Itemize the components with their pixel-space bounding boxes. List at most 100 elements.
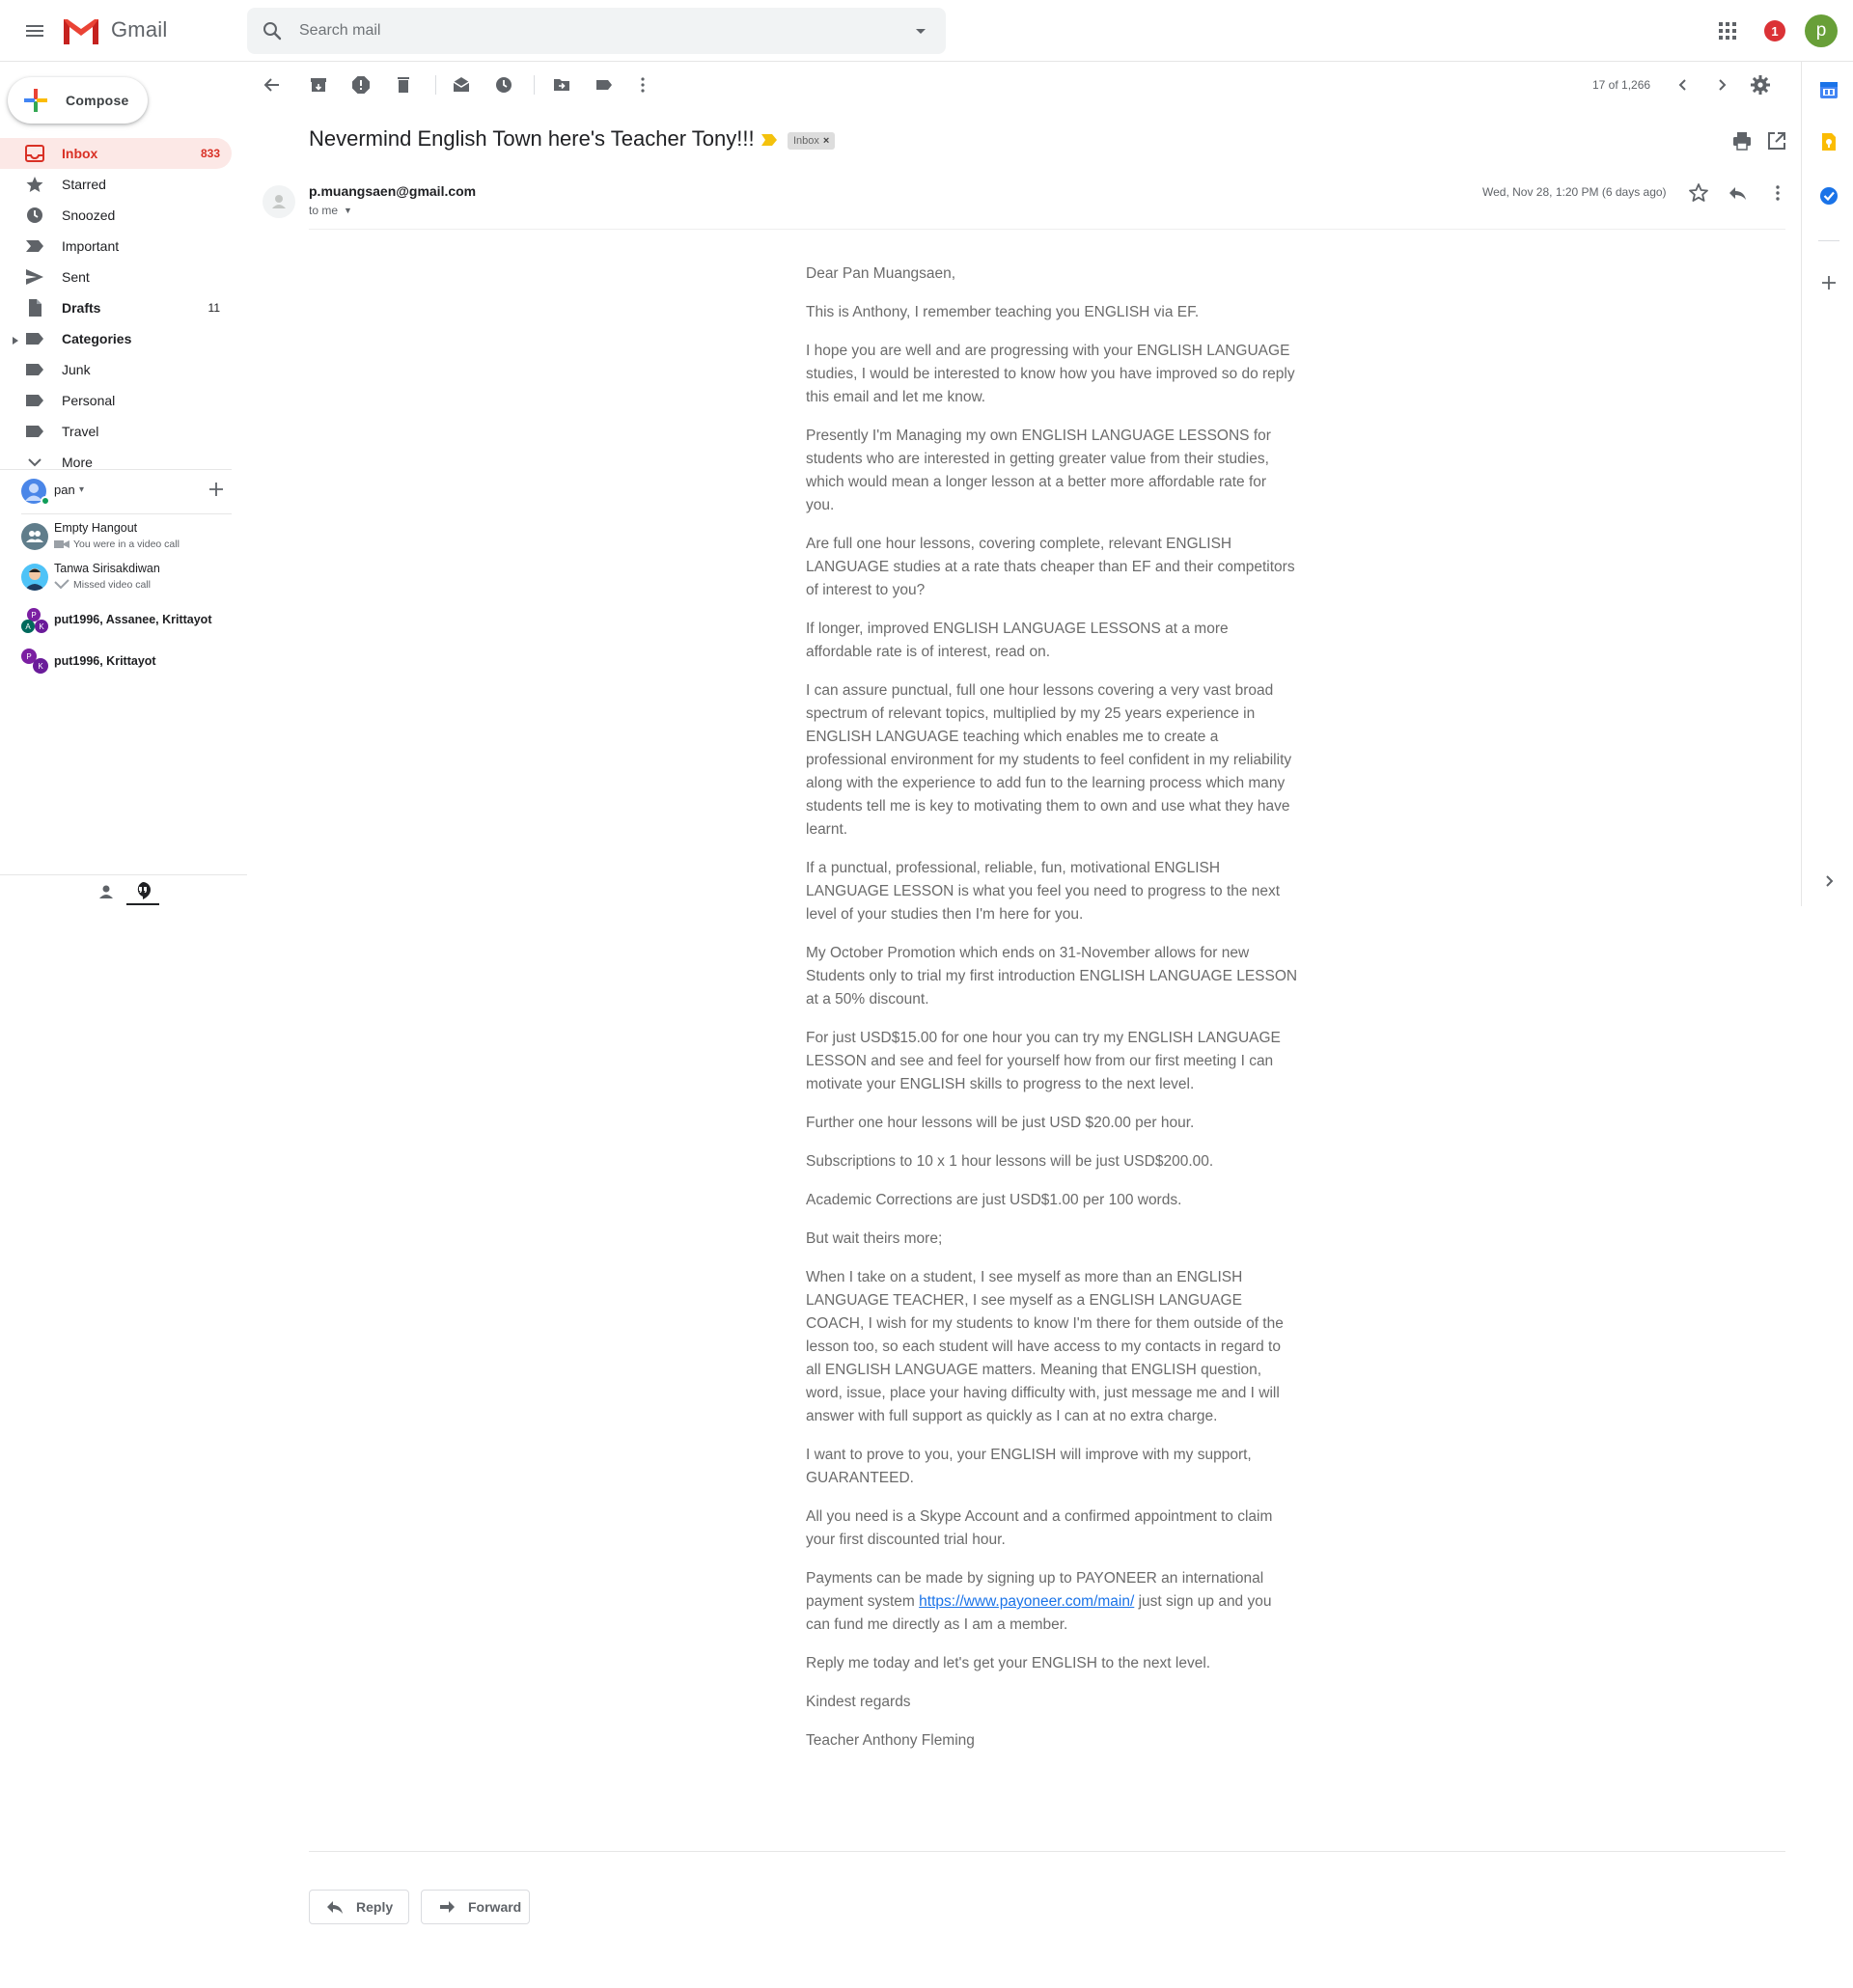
important-marker-icon[interactable] [761,133,778,147]
snooze-button[interactable] [492,73,515,97]
sidebar-item-travel[interactable]: Travel [0,416,232,447]
more-actions-button[interactable] [631,73,654,97]
notifications-badge[interactable]: 1 [1764,20,1785,41]
hangout-contact[interactable]: Empty Hangout You were in a video call [0,519,232,554]
sidebar-item-sent[interactable]: Sent [0,262,232,292]
mark-unread-button[interactable] [450,73,473,97]
sidebar-item-label: Drafts [62,300,101,316]
message-more-button[interactable] [1766,181,1789,205]
hangouts-tab[interactable] [126,878,159,905]
gmail-logo-icon[interactable] [62,15,100,46]
show-side-panel-chevron-icon[interactable] [1818,870,1839,892]
remove-label-icon[interactable]: × [823,135,829,147]
sidebar-item-important[interactable]: Important [0,231,232,262]
draft-icon [29,299,41,317]
unread-count: 833 [200,147,220,160]
sidebar-item-label: Sent [62,269,90,285]
online-status-dot [41,496,50,506]
sender-avatar [263,185,295,218]
show-details-dropdown-icon[interactable]: ▼ [344,206,352,215]
body-paragraph: This is Anthony, I remember teaching you… [806,304,1200,320]
open-in-new-icon [1768,132,1785,150]
search-icon[interactable] [261,19,284,42]
print-all-button[interactable] [1731,130,1753,152]
contacts-tab-person-icon[interactable] [97,882,116,901]
labels-button[interactable] [593,73,616,97]
get-addons-plus-icon[interactable] [1818,272,1839,293]
sender-email[interactable]: p.muangsaen@gmail.com [309,183,476,199]
forward-button[interactable]: Forward [421,1890,530,1924]
sidebar-item-label: Personal [62,393,116,408]
divider [0,469,232,470]
move-to-button[interactable] [550,73,573,97]
closing-paragraph: Reply me today and let's get your ENGLIS… [806,1655,1211,1671]
sidebar-item-starred[interactable]: Starred [0,169,232,200]
body-paragraph: All you need is a Skype Account and a co… [806,1508,1273,1548]
sidebar-item-junk[interactable]: Junk [0,354,232,385]
body-paragraph: For just USD$15.00 for one hour you can … [806,1030,1281,1092]
label-icon [596,80,612,90]
chevron-left-icon [1678,79,1686,91]
star-button[interactable] [1687,181,1710,205]
hangout-contact[interactable]: P K put1996, Krittayot [0,647,232,677]
email-body: Dear Pan Muangsaen, This is Anthony, I r… [806,262,1298,1768]
report-spam-button[interactable] [349,73,373,97]
more-vert-icon [1776,185,1780,201]
arrow-back-icon [263,78,279,92]
delete-button[interactable] [392,73,415,97]
forward-icon [440,1901,455,1913]
label-icon [26,395,43,406]
status-dropdown-icon[interactable]: ▾ [79,484,84,495]
sidebar-item-snoozed[interactable]: Snoozed [0,200,232,231]
hangout-contact[interactable]: P A K put1996, Assanee, Krittayot [0,606,232,637]
signature: Teacher Anthony Fleming [806,1732,975,1749]
search-options-dropdown-icon[interactable] [909,19,932,42]
recipient-text: to me [309,204,339,217]
star-icon [26,177,43,192]
hangouts-quote-icon [137,882,151,899]
newer-button[interactable] [1672,73,1695,97]
folder-move-icon [554,79,569,91]
toolbar-separator [534,75,535,95]
search-input[interactable] [297,17,876,44]
back-button[interactable] [261,73,284,97]
body-paragraph: Subscriptions to 10 x 1 hour lessons wil… [806,1153,1214,1170]
sidebar-item-drafts[interactable]: Drafts 11 [0,292,232,323]
search-bar [247,8,946,54]
missed-call-icon [54,579,69,590]
reply-button[interactable]: Reply [309,1890,409,1924]
side-panel-border [1801,62,1802,906]
clock-icon [496,77,512,93]
sidebar-item-inbox[interactable]: Inbox 833 [0,138,232,169]
tasks-app-icon[interactable] [1818,185,1839,207]
sidebar-item-personal[interactable]: Personal [0,385,232,416]
open-new-window-button[interactable] [1766,130,1787,152]
star-outline-icon [1689,183,1708,202]
compose-button[interactable]: Compose [8,77,148,124]
hangout-contact[interactable]: Tanwa Sirisakdiwan Missed video call [0,560,232,594]
sidebar-item-categories[interactable]: Categories [0,323,232,354]
inbox-label-chip[interactable]: Inbox × [788,132,836,150]
forward-label: Forward [468,1899,522,1915]
main-menu-button[interactable] [19,15,50,46]
body-paragraph: Further one hour lessons will be just US… [806,1115,1195,1131]
reply-icon [327,1901,343,1914]
older-button[interactable] [1710,73,1733,97]
top-bar: Gmail 1 p [0,0,1853,62]
archive-button[interactable] [307,73,330,97]
settings-button[interactable] [1749,73,1772,97]
add-conversation-icon[interactable] [207,480,226,499]
mark-unread-icon [453,77,470,92]
hangouts-user-name[interactable]: pan [54,483,75,497]
label-chip-text: Inbox [793,135,819,147]
message-date: Wed, Nov 28, 1:20 PM (6 days ago) [1482,185,1667,199]
more-vert-icon [641,77,645,93]
reply-icon-button[interactable] [1726,181,1749,205]
keep-app-icon[interactable] [1818,131,1839,152]
payoneer-link[interactable]: https://www.payoneer.com/main/ [919,1593,1134,1610]
body-paragraph: I can assure punctual, full one hour les… [806,682,1292,838]
video-camera-icon [54,540,69,548]
account-avatar[interactable]: p [1805,14,1838,47]
google-apps-icon[interactable] [1716,19,1739,42]
calendar-app-icon[interactable] [1818,79,1839,100]
